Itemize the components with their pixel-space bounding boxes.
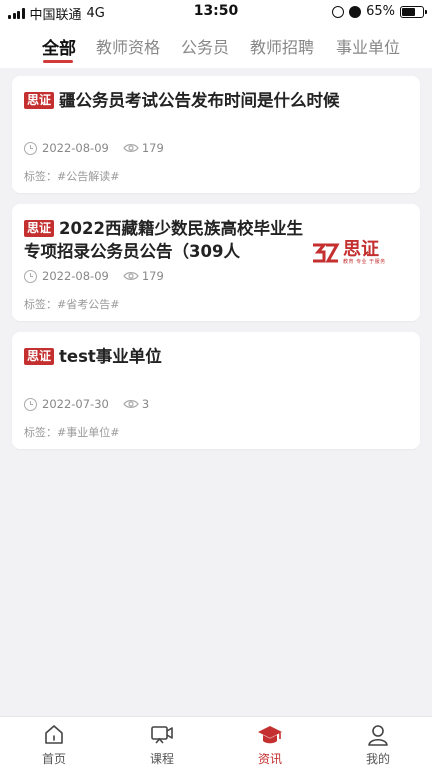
- article-meta: 2022-08-09 179: [24, 269, 164, 283]
- article-card[interactable]: 思证 test事业单位 2022-07-30 3 标签：#事业单位#: [12, 332, 420, 449]
- eye-icon: [123, 399, 139, 409]
- orientation-lock-icon: [332, 5, 345, 18]
- article-card[interactable]: 思证 2022西藏籍少数民族高校毕业生专项招录公务员公告（309人 思证 教育 专…: [12, 204, 420, 321]
- home-icon: [45, 725, 63, 744]
- nav-courses-label: 课程: [149, 752, 174, 766]
- tab-teacher-qualification[interactable]: 教师资格: [96, 34, 160, 58]
- category-tabs: 全部 教师资格 公务员 教师招聘 事业单位: [0, 24, 432, 68]
- article-views: 3: [141, 397, 150, 411]
- tab-public-institution[interactable]: 事业单位: [336, 34, 400, 58]
- tab-civil-servant[interactable]: 公务员: [181, 34, 229, 58]
- article-title-text: 2022西藏籍少数民族高校毕业生专项招录公务员公告（309人: [24, 219, 303, 261]
- article-title: 思证 test事业单位: [24, 345, 408, 368]
- alarm-icon: [349, 5, 362, 18]
- tab-all[interactable]: 全部: [42, 34, 76, 59]
- eye-icon: [123, 143, 139, 153]
- nav-me[interactable]: 我的: [348, 723, 408, 767]
- brand-badge: 思证: [24, 348, 55, 365]
- article-date: 2022-08-09: [42, 269, 109, 283]
- user-icon: [368, 725, 388, 746]
- nav-courses[interactable]: 课程: [132, 723, 192, 767]
- nav-news[interactable]: 资讯: [240, 723, 300, 767]
- article-title: 思证 2022西藏籍少数民族高校毕业生专项招录公务员公告（309人: [24, 217, 314, 263]
- article-views: 179: [141, 141, 164, 155]
- thumbnail-slogan: 教育 专业 于服务: [343, 259, 386, 265]
- nav-me-label: 我的: [365, 752, 390, 766]
- clock-icon: [24, 397, 37, 411]
- bottom-nav: 首页 课程 资讯 我的: [0, 716, 432, 768]
- eye-icon: [123, 271, 139, 281]
- article-tags: 标签：#公告解读#: [24, 170, 120, 183]
- article-date: 2022-07-30: [42, 397, 109, 411]
- status-bar: 中国联通 4G 13:50 65%: [0, 0, 432, 24]
- article-meta: 2022-08-09 179: [24, 141, 164, 155]
- article-date: 2022-08-09: [42, 141, 109, 155]
- article-views: 179: [141, 269, 164, 283]
- article-card[interactable]: 思证 疆公务员考试公告发布时间是什么时候 2022-08-09 179 标签：#公…: [12, 76, 420, 193]
- article-thumbnail: 思证 教育 专业 于服务: [310, 236, 394, 270]
- brand-badge: 思证: [24, 92, 55, 109]
- article-meta: 2022-07-30 3: [24, 397, 149, 411]
- article-tags: 标签：#事业单位#: [24, 426, 120, 439]
- nav-news-label: 资讯: [257, 752, 282, 766]
- battery-icon: [400, 5, 427, 18]
- nav-home-label: 首页: [41, 752, 66, 766]
- article-title-text: 疆公务员考试公告发布时间是什么时候: [59, 91, 340, 110]
- thumbnail-brand-name: 思证: [343, 239, 379, 260]
- clock-icon: [24, 141, 37, 155]
- brand-badge: 思证: [24, 220, 55, 237]
- graduation-cap-icon: [258, 726, 282, 744]
- video-icon: [151, 726, 173, 744]
- sz-logo-icon: [313, 243, 340, 263]
- article-title-text: test事业单位: [59, 347, 162, 366]
- nav-home[interactable]: 首页: [24, 723, 84, 767]
- article-tags: 标签：#省考公告#: [24, 298, 120, 311]
- tab-teacher-recruitment[interactable]: 教师招聘: [250, 34, 314, 58]
- article-title: 思证 疆公务员考试公告发布时间是什么时候: [24, 89, 408, 112]
- active-tab-indicator: [43, 60, 73, 63]
- status-right: 65%: [332, 4, 427, 19]
- battery-label: 65%: [366, 4, 395, 19]
- clock-icon: [24, 269, 37, 283]
